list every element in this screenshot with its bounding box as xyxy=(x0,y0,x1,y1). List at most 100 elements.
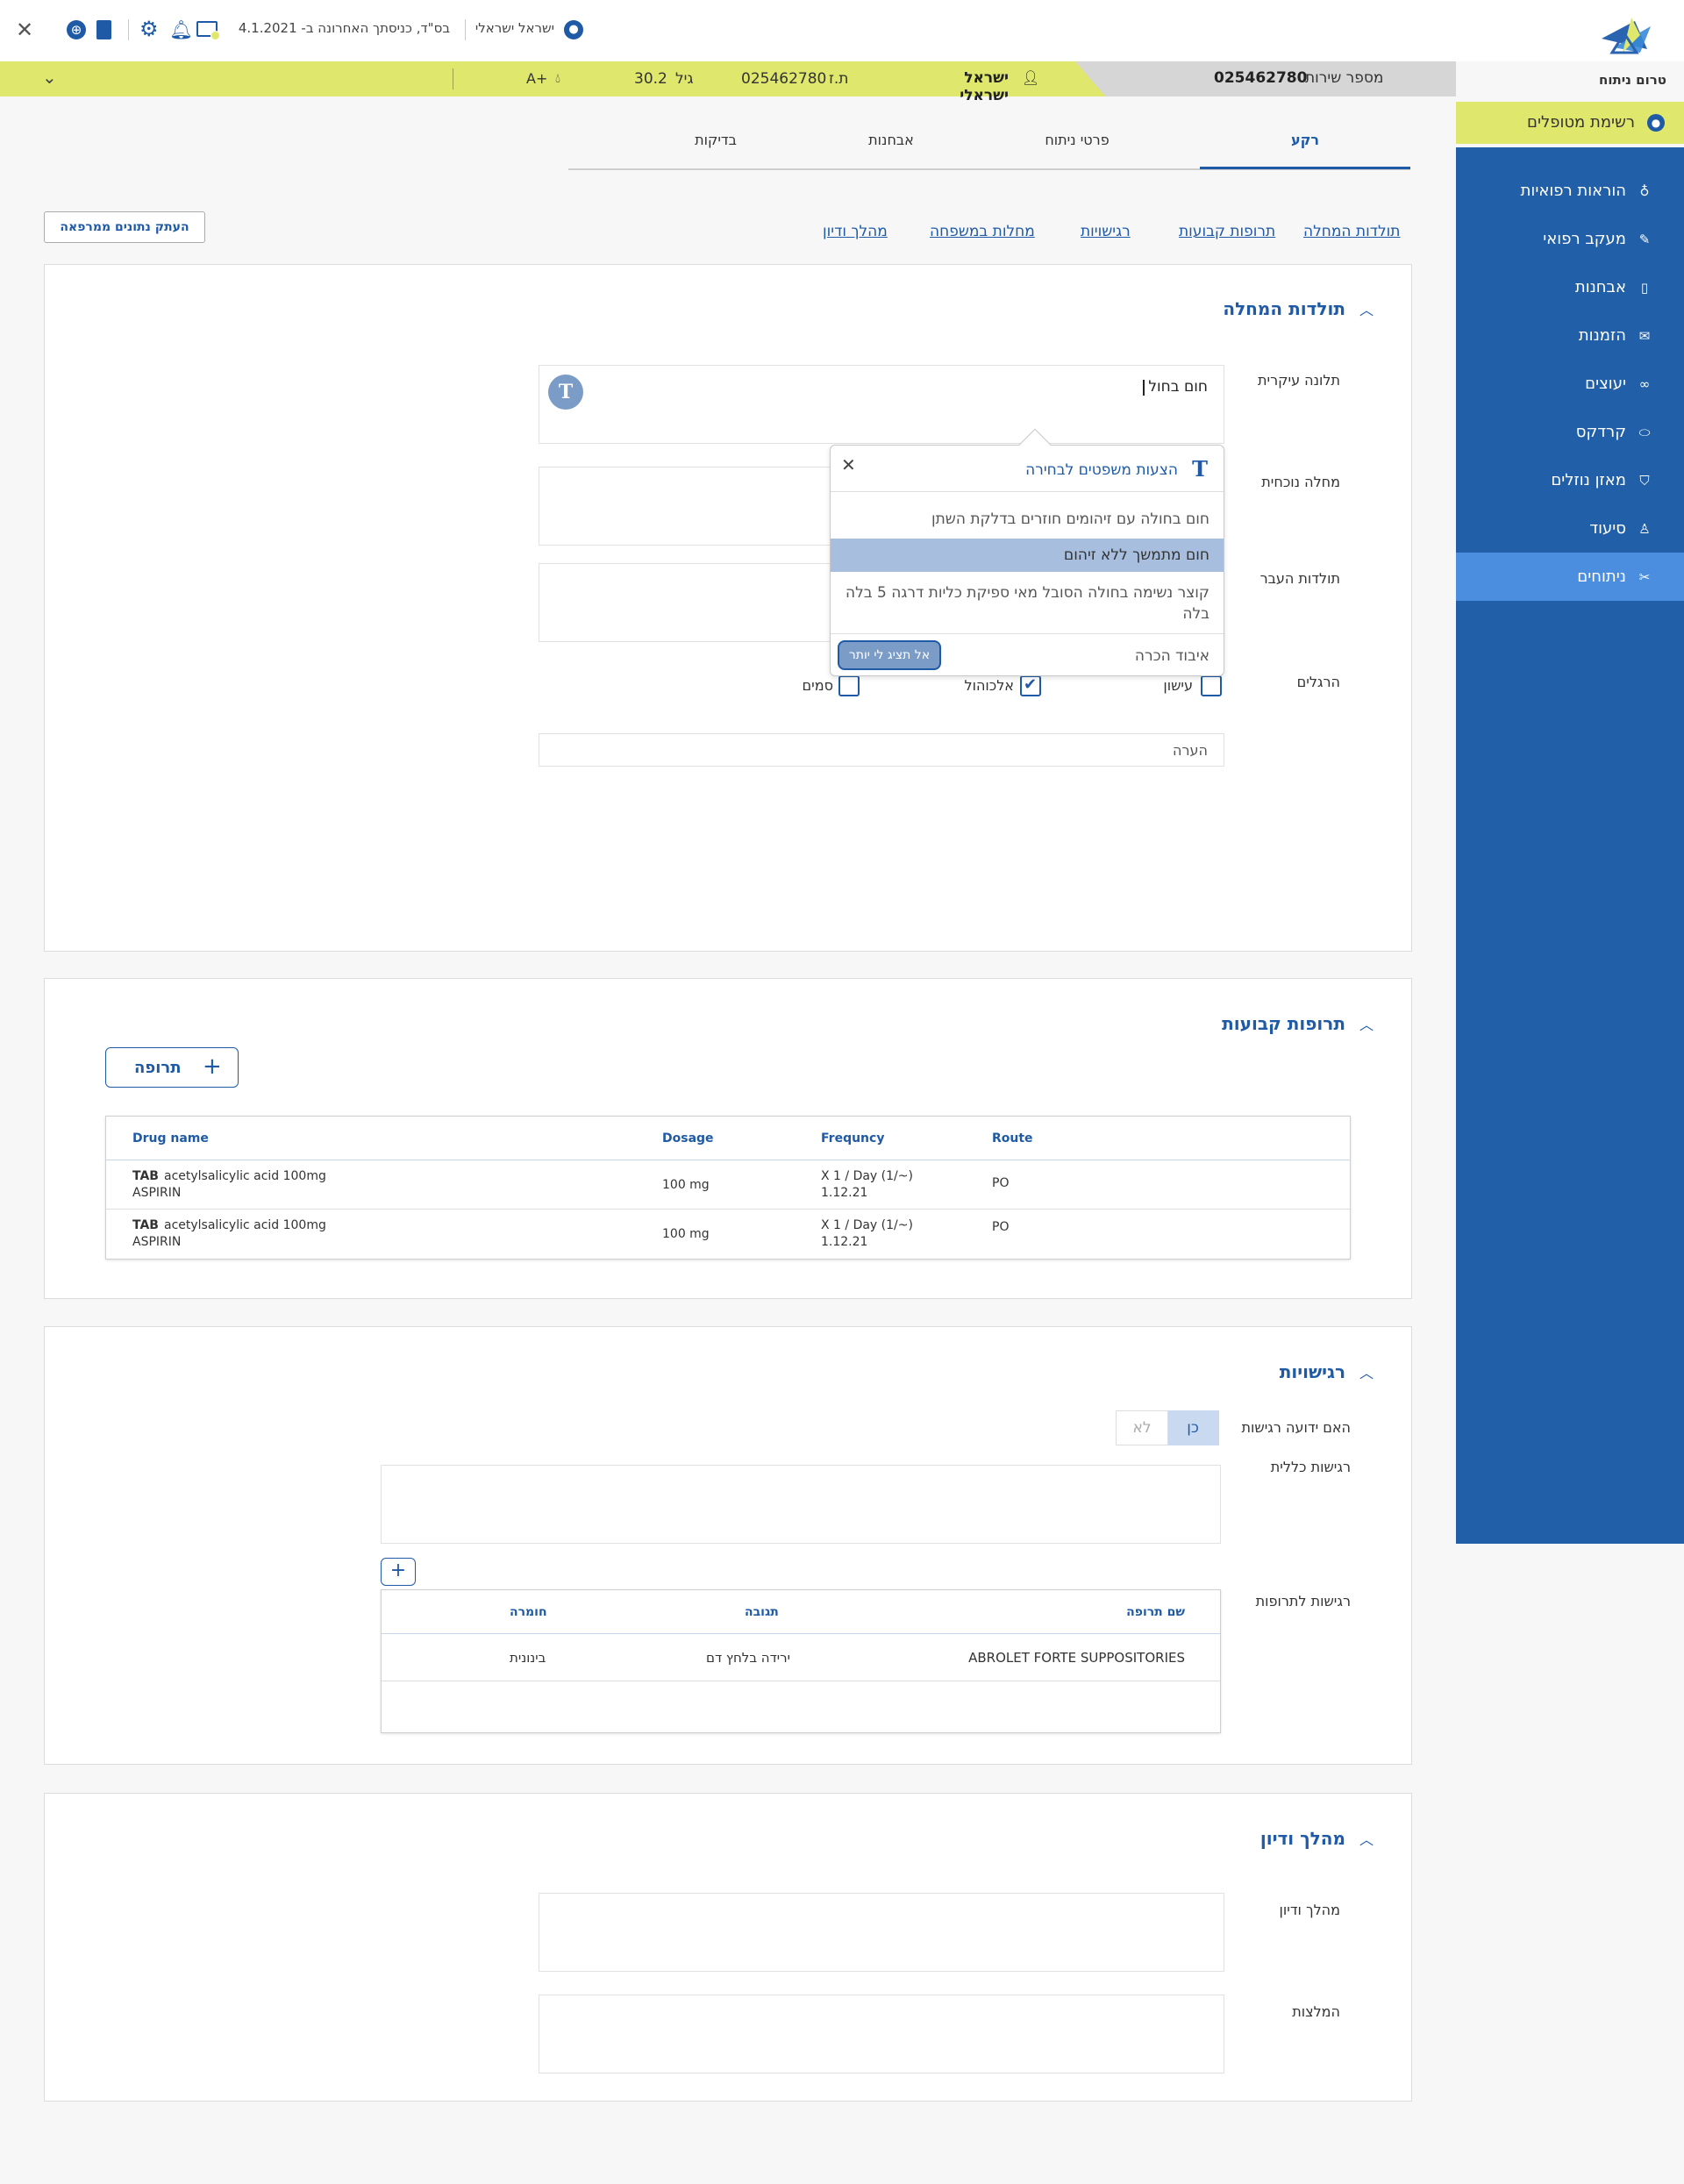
sidebar-item-7[interactable]: סיעוד ♙ xyxy=(1456,504,1684,553)
drug-date: 1.12.21 xyxy=(821,1186,868,1200)
sidebar-item-2[interactable]: אבחנות ▯ xyxy=(1456,263,1684,311)
sidebar-item-1[interactable]: מעקב רפואי ✎ xyxy=(1456,215,1684,263)
tab-background[interactable]: רקע xyxy=(1252,132,1358,148)
chevron-down-icon[interactable]: ⌄ xyxy=(42,67,57,88)
sidebar-item-4[interactable]: יעוצים ∞ xyxy=(1456,360,1684,408)
gear-icon[interactable]: ⚙ xyxy=(139,18,159,40)
sidebar-item-label: ניתוחים xyxy=(1577,567,1626,586)
collapse-history-icon[interactable]: ︿ xyxy=(1359,303,1374,318)
history-title: תולדות המחלה xyxy=(1223,298,1345,319)
mail-badge xyxy=(210,31,220,40)
tab-diagnoses[interactable]: אבחנות xyxy=(838,132,944,148)
id-label: ת.ז xyxy=(829,70,849,88)
copy-from-clinic-button[interactable]: העתק נתונים ממרפאה xyxy=(44,211,205,243)
close-popup-icon[interactable]: ✕ xyxy=(841,454,856,475)
suggestion-item[interactable]: קוצר נשימה בחולה הסובל מאי ספיקת כליות ד… xyxy=(831,582,1224,626)
dont-show-again-button[interactable]: אל תציג לי יותר xyxy=(838,640,941,670)
suggestion-item[interactable]: חום בחולה עם זיהומים חוזרים בדלקת השתן xyxy=(831,503,1224,535)
last-login-text: בס"ד, כניסתך האחרונה ב- 4.1.2021 xyxy=(238,20,450,36)
drug-route: PO xyxy=(992,1220,1010,1234)
sidebar-item-3[interactable]: הזמנות ✉ xyxy=(1456,311,1684,360)
copy-button-label: העתק נתונים ממרפאה xyxy=(60,220,189,234)
sidebar-item-label: קרדקס xyxy=(1575,423,1626,441)
allergies-title: רגישויות xyxy=(1279,1361,1345,1382)
user-icon[interactable]: ● xyxy=(564,20,583,39)
link-medications[interactable]: תרופות קבועות xyxy=(1179,223,1275,240)
add-medication-button[interactable]: + תרופה xyxy=(105,1047,239,1088)
sidebar-item-6[interactable]: מאזן נוזלים ⛉ xyxy=(1456,456,1684,504)
drugs-label: סמים xyxy=(802,677,833,694)
collapse-discussion-icon[interactable]: ︿ xyxy=(1359,1833,1374,1847)
tab-active-underline xyxy=(1200,167,1410,169)
add-medication-label: תרופה xyxy=(134,1059,182,1077)
divider xyxy=(465,19,466,40)
drug-name: acetylsalicylic acid 100mg xyxy=(164,1218,326,1232)
sidebar-item-5[interactable]: קרדקס ⬭ xyxy=(1456,408,1684,456)
pill-icon: ⬭ xyxy=(1638,424,1651,440)
patients-list-label: רשימת מטופלים xyxy=(1527,113,1635,132)
suggestion-item-selected[interactable]: חום מתמשך ללא זיהום xyxy=(831,539,1224,572)
template-t-icon[interactable]: T xyxy=(548,375,583,410)
col-drug: שם תרופה xyxy=(1126,1605,1185,1619)
general-allergy-field[interactable] xyxy=(381,1465,1221,1544)
table-row[interactable]: TAB acetylsalicylic acid 100mg ASPIRIN 1… xyxy=(106,1210,1350,1259)
stethoscope-icon: ♁ xyxy=(1639,182,1650,199)
col-reaction: תגובה xyxy=(745,1605,779,1619)
collapse-allergies-icon[interactable]: ︿ xyxy=(1359,1367,1374,1381)
book-icon[interactable] xyxy=(96,20,111,39)
id-number: 025462780 xyxy=(741,70,827,88)
collapse-medications-icon[interactable]: ︿ xyxy=(1359,1018,1374,1032)
glasses-icon: ∞ xyxy=(1638,375,1651,392)
drop-icon: 💧︎ xyxy=(555,70,561,86)
table-row[interactable]: ABROLET FORTE SUPPOSITORIES ירידה בלחץ ד… xyxy=(382,1634,1220,1681)
link-discussion[interactable]: מהלך ודיון xyxy=(823,223,888,240)
bell-icon[interactable]: 🔔︎ xyxy=(169,18,193,41)
drug-name: acetylsalicylic acid 100mg xyxy=(164,1169,326,1183)
sidebar-item-label: מאזן נוזלים xyxy=(1551,471,1626,489)
app-title: טרום ניתוח xyxy=(1599,72,1666,88)
no-toggle[interactable]: לא xyxy=(1116,1410,1168,1445)
course-field[interactable] xyxy=(539,1893,1224,1972)
suggestion-item[interactable]: איבוד הכרה xyxy=(988,640,1224,672)
divider xyxy=(831,491,1224,492)
chief-complaint-field[interactable]: חום בחול T xyxy=(539,365,1224,444)
drug-form: TAB xyxy=(132,1169,159,1183)
drug-allergy-table: שם תרופה תגובה חומרה ABROLET FORTE SUPPO… xyxy=(381,1589,1221,1733)
blood-type: A+ xyxy=(526,70,548,87)
drugs-checkbox[interactable] xyxy=(838,675,860,696)
add-drug-allergy-button[interactable]: + xyxy=(381,1558,416,1586)
drug-brand: ASPIRIN xyxy=(132,1235,182,1249)
link-family-diseases[interactable]: מחלות במשפחה xyxy=(930,223,1035,240)
allergy-severity: בינונית xyxy=(510,1650,546,1666)
envelope-icon: ✉ xyxy=(1638,327,1651,344)
sidebar-item-label: הוראות רפואיות xyxy=(1520,182,1626,200)
plus-icon: + xyxy=(389,1559,407,1581)
table-row[interactable]: TAB acetylsalicylic acid 100mg ASPIRIN 1… xyxy=(106,1160,1350,1210)
suggestions-popup: ✕ הצעות משפטים לבחירה T חום בחולה עם זיה… xyxy=(830,428,1224,676)
pencil-icon: ✎ xyxy=(1638,231,1651,247)
note-field[interactable]: הערה xyxy=(539,733,1224,767)
allergy-drug: ABROLET FORTE SUPPOSITORIES xyxy=(968,1650,1185,1666)
drug-brand: ASPIRIN xyxy=(132,1186,182,1200)
sidebar-item-8[interactable]: ניתוחים ✂ xyxy=(1456,553,1684,601)
tab-surgery-details[interactable]: פרטי ניתוח xyxy=(1016,132,1138,148)
globe-icon[interactable]: ⊕ xyxy=(67,20,86,39)
yes-label: כן xyxy=(1187,1419,1199,1437)
medications-table: Drug name Dosage Frequncy Route TAB acet… xyxy=(105,1116,1351,1260)
sidebar-item-0[interactable]: הוראות רפואיות ♁ xyxy=(1456,167,1684,215)
drug-form: TAB xyxy=(132,1218,159,1232)
alcohol-checkbox[interactable]: ✔ xyxy=(1020,675,1041,696)
smoking-checkbox[interactable] xyxy=(1201,675,1222,696)
tab-tests[interactable]: בדיקות xyxy=(663,132,768,148)
yes-toggle[interactable]: כן xyxy=(1167,1410,1219,1445)
sidebar-item-label: מעקב רפואי xyxy=(1543,230,1626,248)
link-history[interactable]: תולדות המחלה xyxy=(1303,223,1400,240)
recommend-field[interactable] xyxy=(539,1995,1224,2073)
close-icon[interactable]: ✕ xyxy=(16,19,33,40)
suggestion-text: קוצר נשימה בחולה הסובל מאי ספיקת כליות ד… xyxy=(846,584,1209,623)
patients-list-button[interactable]: ● רשימת מטופלים xyxy=(1456,102,1684,144)
sidebar-nav: הוראות רפואיות ♁ מעקב רפואי ✎ אבחנות ▯ הזמנות ✉… xyxy=(1456,167,1684,623)
medications-title: תרופות קבועות xyxy=(1222,1013,1345,1034)
link-allergies[interactable]: רגישויות xyxy=(1081,223,1131,240)
col-route: Route xyxy=(992,1131,1033,1146)
